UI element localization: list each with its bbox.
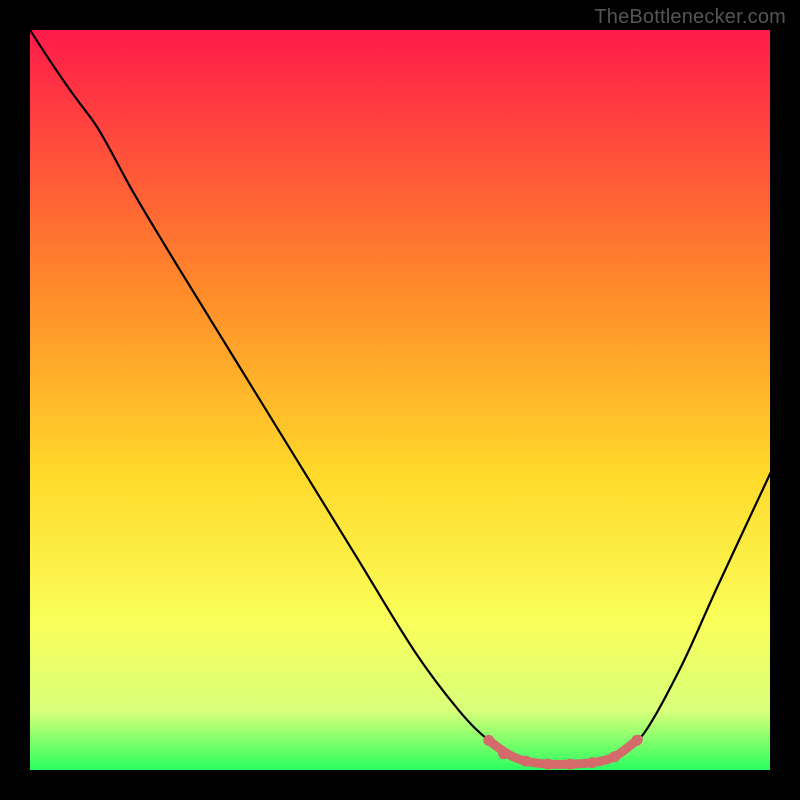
optimal-marker-dot bbox=[483, 735, 494, 746]
watermark-text: TheBottlenecker.com bbox=[594, 6, 786, 29]
optimal-marker-dot bbox=[631, 735, 642, 746]
optimal-marker-dot bbox=[498, 748, 509, 759]
optimal-marker-dot bbox=[609, 751, 620, 762]
chart-svg bbox=[30, 30, 770, 770]
optimal-marker-dot bbox=[587, 757, 598, 768]
chart-container: TheBottlenecker.com bbox=[0, 0, 800, 800]
optimal-marker-dot bbox=[543, 759, 554, 770]
gradient-background bbox=[30, 30, 770, 770]
optimal-marker-dot bbox=[565, 759, 576, 770]
optimal-marker-dot bbox=[520, 756, 531, 767]
plot-area bbox=[30, 30, 770, 770]
